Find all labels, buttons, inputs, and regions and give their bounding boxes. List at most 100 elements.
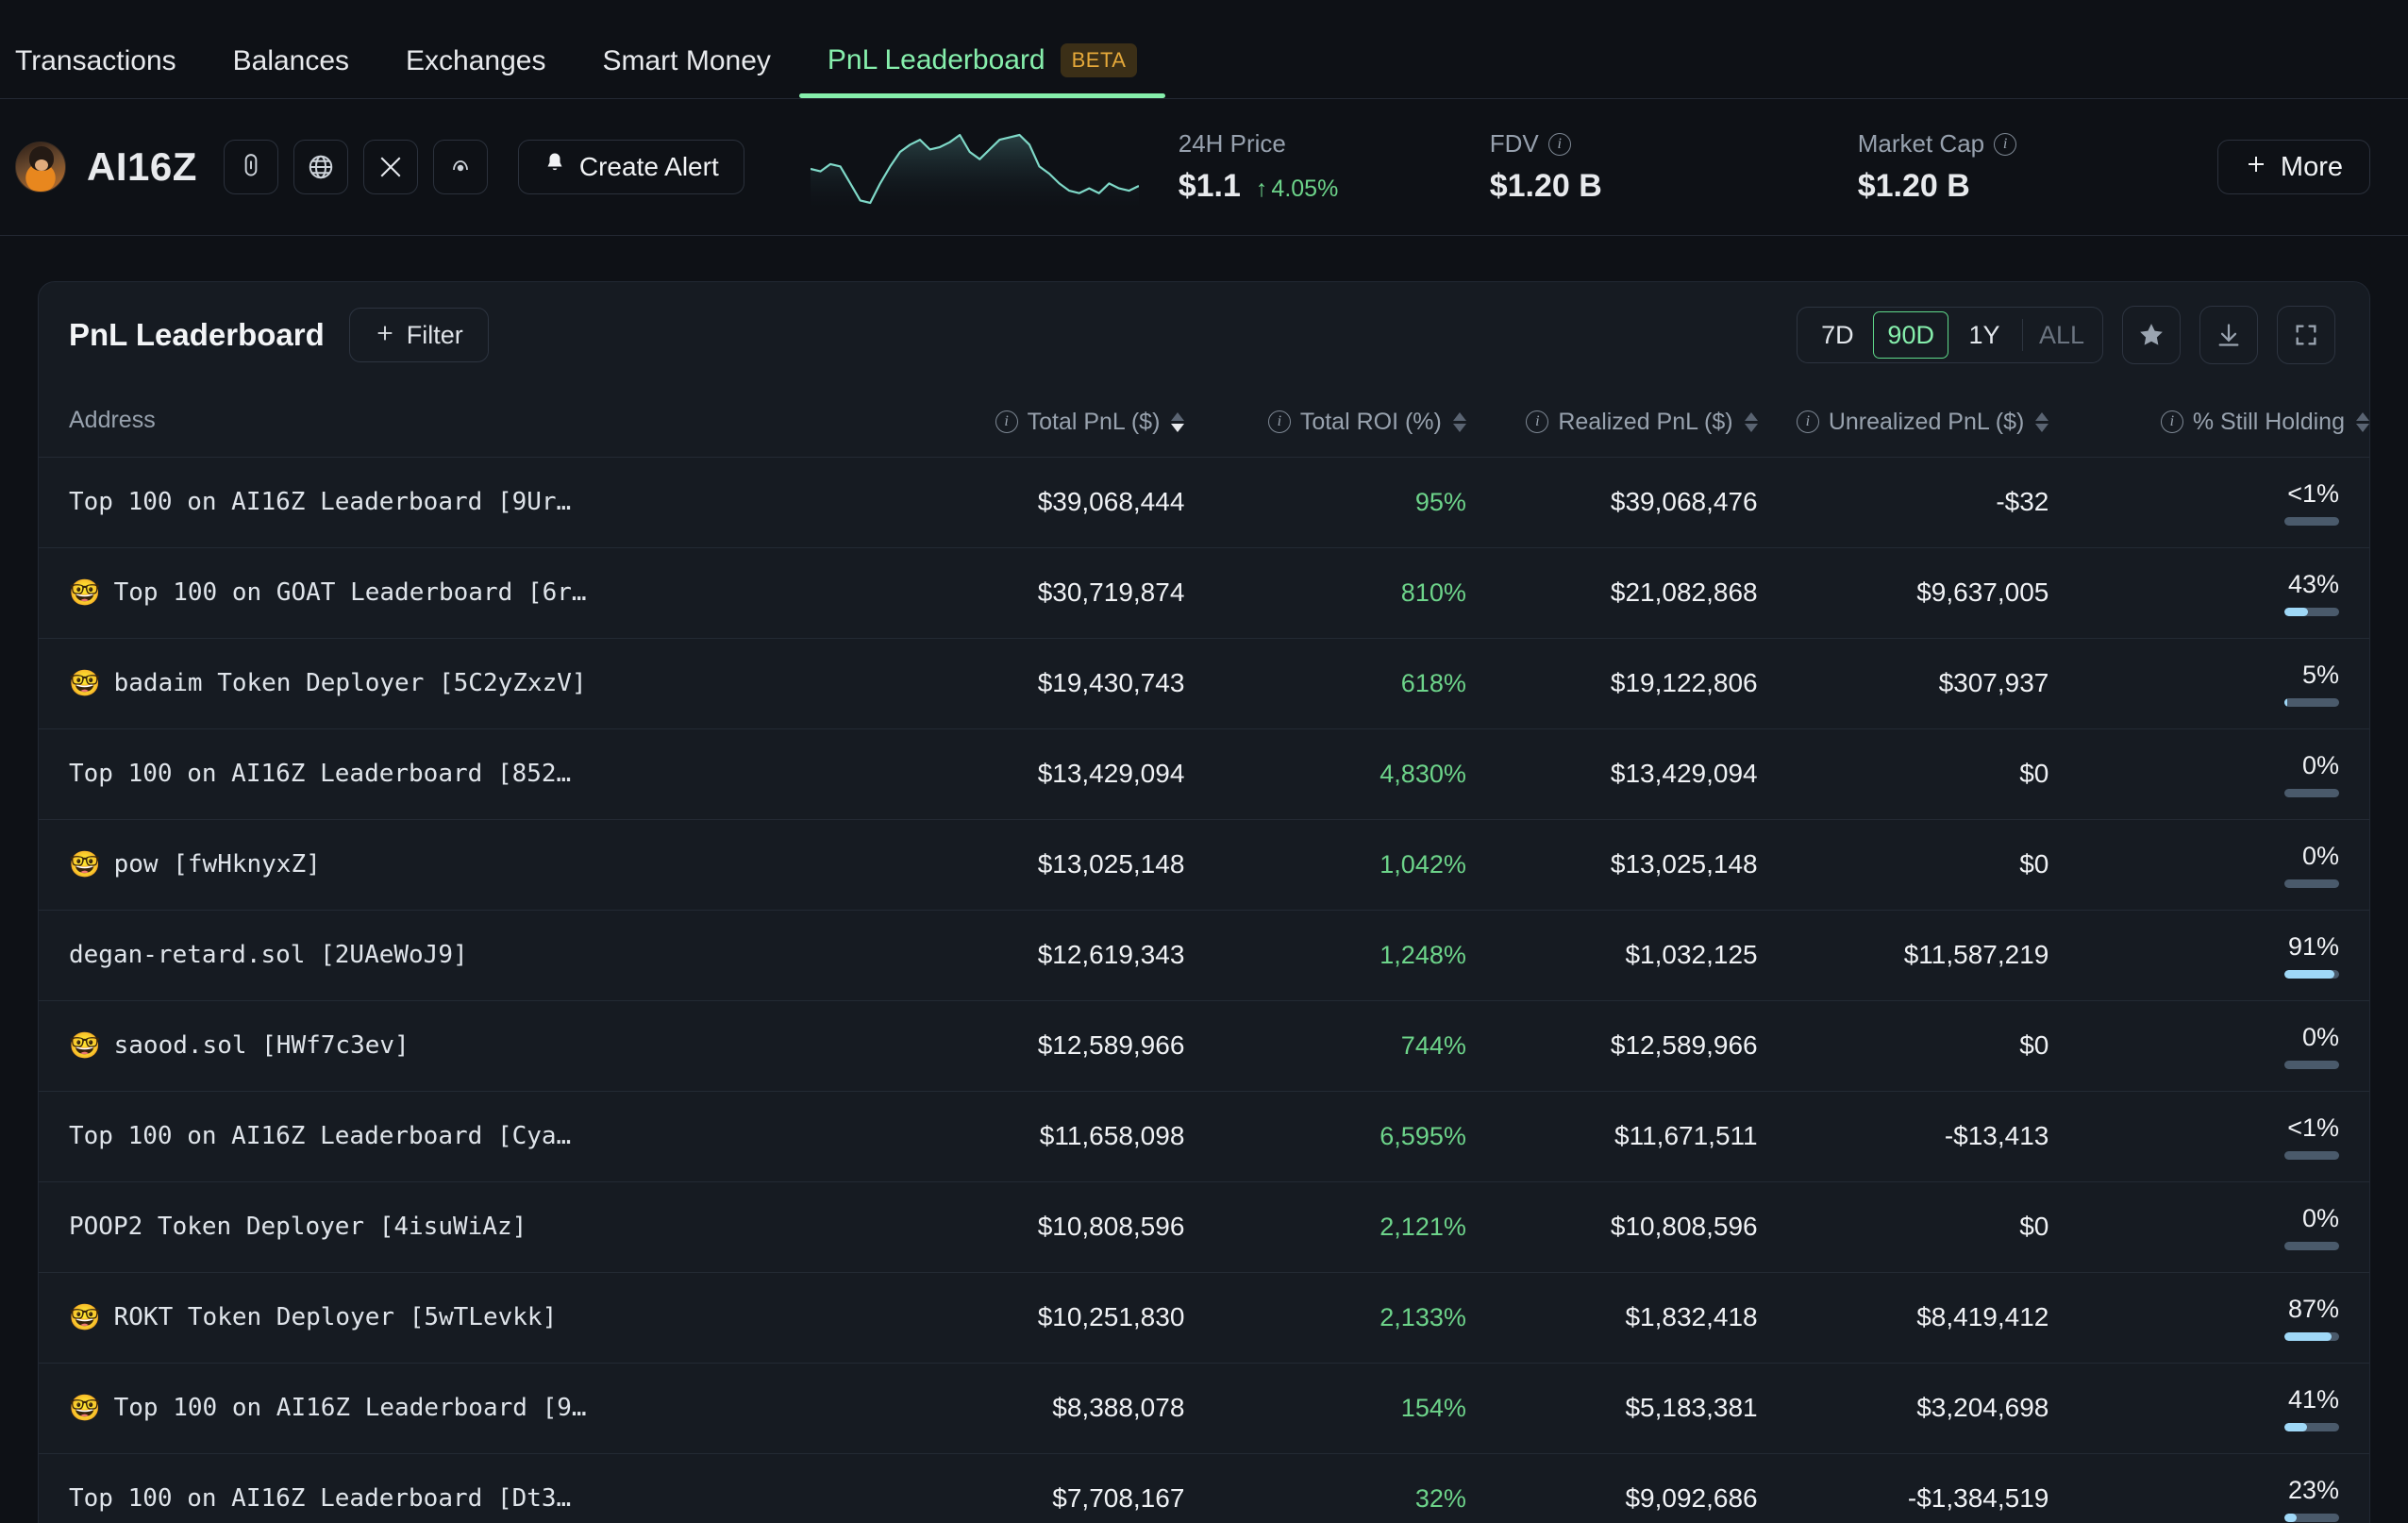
cell-still-holding: 41% (2048, 1363, 2369, 1453)
still-holding-value: 0% (2301, 750, 2339, 779)
cell-unrealized-pnl: $3,204,698 (1916, 1393, 2049, 1422)
cell-total-pnl: $10,808,596 (1037, 1212, 1185, 1241)
nav-item-transactions[interactable]: Transactions (0, 0, 205, 98)
info-icon[interactable]: i (1547, 132, 1571, 156)
sort-toggle-icon[interactable] (1171, 411, 1185, 432)
column-header-realized-pnl[interactable]: i Realized PnL ($) (1466, 388, 1758, 457)
still-holding-progress-bar (2284, 1060, 2339, 1069)
still-holding-value: 43% (2287, 569, 2339, 598)
cell-total-pnl: $39,068,444 (1037, 487, 1185, 516)
range-button-1y[interactable]: 1Y (1948, 311, 2020, 359)
cell-address[interactable]: Top 100 on AI16Z Leaderboard [9Ur… (39, 457, 894, 547)
sort-toggle-icon[interactable] (2356, 411, 2369, 432)
cell-address[interactable]: Top 100 on AI16Z Leaderboard [Dt3… (39, 1453, 894, 1523)
cell-total-roi: 32% (1414, 1483, 1466, 1513)
cell-still-holding: <1% (2048, 1091, 2369, 1181)
range-button-90d[interactable]: 90D (1873, 311, 1948, 359)
cell-total-roi: 810% (1400, 577, 1466, 607)
fullscreen-icon[interactable] (2277, 306, 2335, 364)
card-header: PnL Leaderboard Filter 7D 90D 1Y ALL (39, 282, 2369, 388)
copy-icon[interactable] (223, 140, 278, 194)
nav-item-pnl-leaderboard[interactable]: PnL Leaderboard BETA (798, 0, 1166, 98)
table-row[interactable]: Top 100 on AI16Z Leaderboard [852… $13,42… (39, 728, 2369, 819)
nav-item-balances[interactable]: Balances (205, 0, 377, 98)
table-row[interactable]: 🤓 ROKT Token Deployer [5wTLevkk] $10,251,8… (39, 1272, 2369, 1363)
star-icon[interactable] (2122, 306, 2181, 364)
still-holding-value: 87% (2287, 1294, 2339, 1323)
column-header-total-pnl[interactable]: i Total PnL ($) (894, 388, 1185, 457)
plus-icon (2245, 152, 2267, 183)
table-row[interactable]: Top 100 on AI16Z Leaderboard [9Ur… $39,06… (39, 457, 2369, 547)
filter-button[interactable]: Filter (348, 308, 489, 362)
nav-item-label: Exchanges (406, 45, 546, 76)
cell-address[interactable]: 🤓 Top 100 on GOAT Leaderboard [6r… (39, 547, 894, 638)
column-header-total-roi[interactable]: i Total ROI (%) (1184, 388, 1466, 457)
info-icon[interactable]: i (1526, 410, 1549, 433)
info-icon[interactable]: i (1267, 410, 1291, 433)
table-row[interactable]: Top 100 on AI16Z Leaderboard [Cya… $11,65… (39, 1091, 2369, 1181)
cell-address[interactable]: Top 100 on AI16Z Leaderboard [Cya… (39, 1091, 894, 1181)
column-header-still-holding[interactable]: i % Still Holding (2048, 388, 2369, 457)
cell-realized-pnl: $39,068,476 (1610, 487, 1758, 516)
still-holding-value: 23% (2287, 1475, 2339, 1504)
nav-item-smart-money[interactable]: Smart Money (574, 0, 798, 98)
info-icon[interactable]: i (1994, 132, 2017, 156)
cell-address[interactable]: 🤓 saood.sol [HWf7c3ev] (39, 1000, 894, 1091)
progress-bar-fill (2284, 1513, 2298, 1522)
still-holding-progress-bar (2284, 1422, 2339, 1431)
download-icon[interactable] (2199, 306, 2258, 364)
table-row[interactable]: POOP2 Token Deployer [4isuWiAz] $10,808,5… (39, 1181, 2369, 1272)
token-header: AI16Z Create Alert 24H Price $1.1 ↑ 4.05… (0, 99, 2408, 236)
table-row[interactable]: 🤓 pow [fwHknyxZ] $13,025,148 1,042% $13,025,… (39, 819, 2369, 910)
cell-address[interactable]: 🤓 badaim Token Deployer [5C2yZxzV] (39, 638, 894, 728)
cell-unrealized-pnl: $9,637,005 (1916, 577, 2049, 607)
eye-icon[interactable] (432, 140, 488, 194)
price-change: ↑ 4.05% (1255, 176, 1339, 202)
column-header-address[interactable]: Address (39, 388, 894, 457)
info-icon[interactable]: i (2160, 410, 2183, 433)
table-row[interactable]: 🤓 Top 100 on AI16Z Leaderboard [9… $8,388,… (39, 1363, 2369, 1453)
cell-address[interactable]: 🤓 ROKT Token Deployer [5wTLevkk] (39, 1272, 894, 1363)
x-twitter-icon[interactable] (362, 140, 418, 194)
cell-total-pnl: $7,708,167 (1052, 1483, 1185, 1513)
range-button-7d[interactable]: 7D (1801, 311, 1873, 359)
address-label: saood.sol [HWf7c3ev] (113, 1031, 410, 1060)
cell-address[interactable]: 🤓 pow [fwHknyxZ] (39, 819, 894, 910)
token-link-buttons: Create Alert (223, 140, 744, 194)
still-holding-value: <1% (2287, 1113, 2339, 1142)
table-row[interactable]: degan-retard.sol [2UAeWoJ9] $12,619,343 1,… (39, 910, 2369, 1000)
column-header-unrealized-pnl[interactable]: i Unrealized PnL ($) (1758, 388, 2049, 457)
table-row[interactable]: 🤓 saood.sol [HWf7c3ev] $12,589,966 744% $12,… (39, 1000, 2369, 1091)
cell-still-holding: 87% (2048, 1272, 2369, 1363)
still-holding-value: 41% (2287, 1384, 2339, 1414)
globe-icon[interactable] (293, 140, 348, 194)
info-icon[interactable]: i (995, 410, 1018, 433)
sort-toggle-icon[interactable] (1744, 411, 1758, 432)
cell-total-pnl: $19,430,743 (1037, 668, 1185, 697)
cell-address[interactable]: 🤓 Top 100 on AI16Z Leaderboard [9… (39, 1363, 894, 1453)
info-icon[interactable]: i (1796, 410, 1819, 433)
address-label: pow [fwHknyxZ] (113, 850, 321, 879)
still-holding-progress-bar (2284, 788, 2339, 797)
sort-toggle-icon[interactable] (1452, 411, 1466, 432)
nerd-face-icon: 🤓 (69, 578, 101, 607)
table-row[interactable]: 🤓 badaim Token Deployer [5C2yZxzV] $19,430… (39, 638, 2369, 728)
create-alert-button[interactable]: Create Alert (517, 140, 744, 194)
cell-realized-pnl: $10,808,596 (1610, 1212, 1758, 1241)
cell-address[interactable]: POOP2 Token Deployer [4isuWiAz] (39, 1181, 894, 1272)
nav-item-exchanges[interactable]: Exchanges (377, 0, 574, 98)
segment-divider (2021, 319, 2023, 351)
nav-item-label: PnL Leaderboard (827, 44, 1045, 75)
table-body: Top 100 on AI16Z Leaderboard [9Ur… $39,06… (39, 457, 2369, 1523)
more-button[interactable]: More (2216, 140, 2370, 194)
cell-still-holding: 0% (2048, 1000, 2369, 1091)
cell-address[interactable]: degan-retard.sol [2UAeWoJ9] (39, 910, 894, 1000)
table-row[interactable]: Top 100 on AI16Z Leaderboard [Dt3… $7,708… (39, 1453, 2369, 1523)
cell-address[interactable]: Top 100 on AI16Z Leaderboard [852… (39, 728, 894, 819)
range-button-all[interactable]: ALL (2025, 311, 2099, 359)
sort-toggle-icon[interactable] (2035, 411, 2049, 432)
table-row[interactable]: 🤓 Top 100 on GOAT Leaderboard [6r… $30,719… (39, 547, 2369, 638)
cell-total-pnl: $11,658,098 (1039, 1121, 1185, 1150)
column-header-label: Total PnL ($) (1027, 408, 1161, 435)
still-holding-value: 91% (2287, 931, 2339, 961)
